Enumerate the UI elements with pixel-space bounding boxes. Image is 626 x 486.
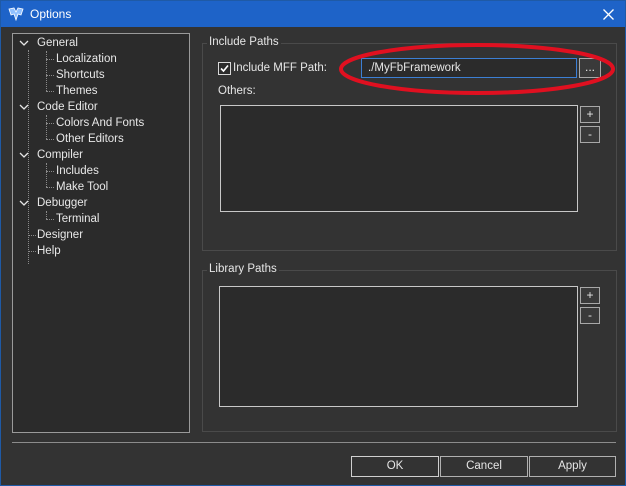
tree-connector [46,91,54,92]
checkmark-icon [220,64,229,73]
footer-separator [12,442,616,443]
tree-connector [46,123,54,124]
tree-item-colors-and-fonts[interactable]: Colors And Fonts [56,115,144,131]
others-label: Others: [218,85,256,97]
add-library-button[interactable]: + [580,287,600,304]
tree-connector [46,75,54,76]
cancel-button[interactable]: Cancel [440,456,528,477]
library-paths-title: Library Paths [207,263,279,275]
tree-item-localization[interactable]: Localization [56,51,117,67]
tree-connector [46,59,54,60]
options-dialog: Options General Localization Shortcuts T… [0,0,626,486]
tree-item-help[interactable]: Help [37,243,61,259]
tree-item-terminal[interactable]: Terminal [56,211,99,227]
remove-include-button[interactable]: - [580,126,600,143]
tree-item-includes[interactable]: Includes [56,163,99,179]
add-include-button[interactable]: + [580,106,600,123]
library-paths-list[interactable] [219,286,578,407]
mff-path-input[interactable] [361,58,577,78]
close-icon [602,8,614,20]
tree-item-compiler[interactable]: Compiler [37,147,83,163]
tree-item-debugger[interactable]: Debugger [37,195,88,211]
title-bar[interactable]: Options [1,1,625,27]
library-paths-group: Library Paths + - [202,263,617,432]
ok-button[interactable]: OK [351,456,439,477]
tree-connector [46,139,54,140]
window-title: Options [30,7,72,21]
chevron-down-icon[interactable] [19,38,29,48]
tree-connector [46,171,54,172]
apply-button[interactable]: Apply [529,456,616,477]
tree-item-designer[interactable]: Designer [37,227,83,243]
tree-connector [46,187,54,188]
tree-item-other-editors[interactable]: Other Editors [56,131,124,147]
tree-connector [28,235,36,236]
include-mff-checkbox[interactable] [218,62,231,75]
remove-library-button[interactable]: - [580,307,600,324]
chevron-down-icon[interactable] [19,102,29,112]
tree-connector [46,163,47,187]
include-mff-label: Include MFF Path: [233,62,327,74]
tree-connector [28,251,36,252]
tree-item-themes[interactable]: Themes [56,83,98,99]
tree-item-shortcuts[interactable]: Shortcuts [56,67,105,83]
chevron-down-icon[interactable] [19,198,29,208]
include-paths-title: Include Paths [207,36,281,48]
close-button[interactable] [591,1,625,27]
browse-button[interactable]: ... [579,58,601,78]
others-list[interactable] [220,105,578,212]
options-tree[interactable]: General Localization Shortcuts Themes Co… [12,33,190,433]
app-icon [8,7,24,21]
tree-item-code-editor[interactable]: Code Editor [37,99,98,115]
tree-connector [46,51,47,91]
include-paths-group: Include Paths Include MFF Path: ... Othe… [202,36,617,251]
tree-item-general[interactable]: General [37,35,78,51]
chevron-down-icon[interactable] [19,150,29,160]
tree-connector [46,115,47,139]
tree-connector [46,211,47,219]
tree-connector [46,219,54,220]
tree-item-make-tool[interactable]: Make Tool [56,179,108,195]
